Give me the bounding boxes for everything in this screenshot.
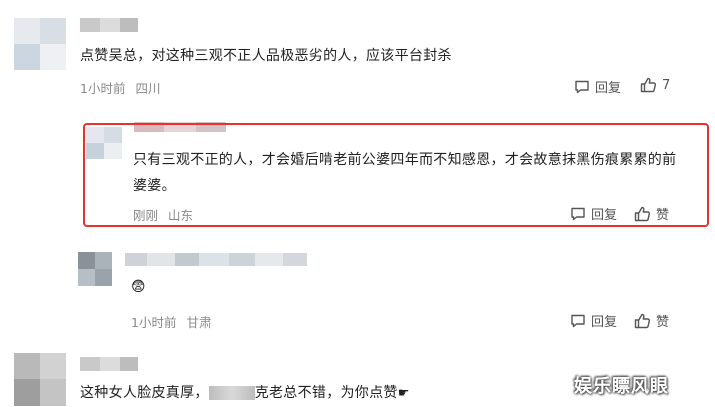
comment-meta: 1小时前 甘肃 — [131, 312, 221, 331]
comment-1: 点赞吴总，对这种三观不正人品极恶劣的人，应该平台封杀 1小时前 四川 回复 7 — [0, 0, 715, 110]
avatar[interactable] — [14, 18, 66, 70]
thumbs-up-icon — [634, 313, 651, 328]
like-label: 赞 — [656, 315, 670, 330]
comment-text-end: 克老总不错，为你点赞 — [254, 385, 398, 401]
comment-time: 1小时前 — [131, 315, 177, 330]
reply-button[interactable]: 回复 — [574, 77, 621, 96]
like-button[interactable]: 7 — [640, 77, 670, 93]
like-button[interactable]: 赞 — [634, 311, 669, 330]
comment-text: 点赞吴总，对这种三观不正人品极恶劣的人，应该平台封杀 — [80, 48, 452, 64]
username-blurred[interactable] — [80, 18, 138, 32]
comment-meta: 1小时前 四川 — [80, 78, 170, 97]
reply-label: 回复 — [595, 81, 622, 96]
highlight-box — [83, 123, 709, 227]
comment-location: 四川 — [135, 81, 161, 96]
username-blurred[interactable] — [80, 357, 138, 371]
avatar[interactable] — [78, 252, 112, 286]
reply-icon — [575, 80, 589, 93]
like-count: 7 — [662, 77, 671, 93]
comment-time: 1小时前 — [80, 81, 126, 96]
comment-text-start: 这种女人脸皮真厚， — [80, 385, 209, 401]
avatar[interactable] — [14, 353, 66, 406]
reply-label: 回复 — [591, 315, 618, 330]
comment-location: 甘肃 — [186, 315, 212, 330]
username-blurred[interactable] — [125, 253, 307, 266]
comment-text: 这种女人脸皮真厚， 克老总不错，为你点赞☛ — [80, 380, 410, 407]
comment-3: 😨 1小时前 甘肃 回复 赞 — [0, 240, 715, 340]
reply-icon — [571, 314, 585, 327]
watermark: 娱乐瞟风眼 — [574, 376, 669, 397]
redacted-name — [208, 386, 255, 400]
comment-emoji: 😨 — [131, 279, 146, 295]
reply-button[interactable]: 回复 — [570, 311, 617, 330]
pointing-hand-icon: ☛ — [397, 386, 410, 401]
thumbs-up-icon — [640, 77, 657, 93]
